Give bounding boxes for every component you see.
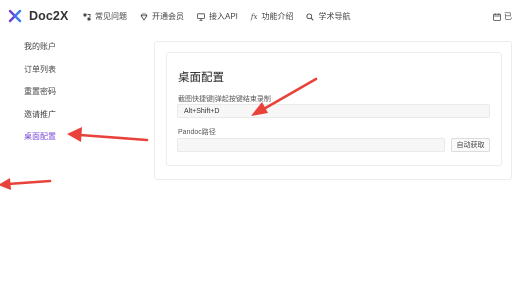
faq-icon bbox=[83, 13, 91, 20]
calendar-icon bbox=[493, 12, 501, 21]
sidebar-item-orders[interactable]: 订单列表 bbox=[24, 64, 56, 75]
shortcut-label: 截图快捷键|弹起按键结束录制 bbox=[178, 96, 271, 103]
sidebar-item-referral[interactable]: 邀请推广 bbox=[24, 109, 56, 120]
nav-label: 学术导航 bbox=[318, 12, 351, 21]
top-navigation-bar: Doc2X 常见问题 开通会员 接入API fx 功能介绍 学术导航 已 bbox=[0, 0, 512, 34]
brand-name: Doc2X bbox=[29, 9, 69, 23]
nav-item-api[interactable]: 接入API bbox=[197, 11, 238, 22]
auto-detect-button[interactable]: 自动获取 bbox=[451, 138, 490, 152]
page-title: 桌面配置 bbox=[178, 72, 224, 84]
annotation-arrow-to-desktop-config bbox=[67, 127, 149, 142]
annotation-arrow-left-edge bbox=[0, 178, 52, 190]
header-right-label: 已 bbox=[504, 12, 512, 21]
diamond-icon bbox=[140, 13, 148, 20]
sidebar-item-my-account[interactable]: 我的账户 bbox=[24, 41, 56, 52]
pandoc-path-label: Pandoc路径 bbox=[178, 129, 216, 136]
shortcut-input[interactable]: Alt+Shift+D bbox=[177, 104, 490, 118]
brand-logo[interactable]: Doc2X bbox=[8, 9, 68, 23]
pandoc-path-input[interactable] bbox=[177, 138, 445, 152]
sidebar-item-reset-password[interactable]: 重置密码 bbox=[24, 86, 56, 97]
nav-item-features[interactable]: fx 功能介绍 bbox=[251, 11, 294, 22]
nav-item-membership[interactable]: 开通会员 bbox=[140, 11, 184, 22]
header-right-action[interactable]: 已 bbox=[493, 11, 512, 22]
sidebar-item-desktop-config[interactable]: 桌面配置 bbox=[24, 131, 56, 142]
nav-item-academic[interactable]: 学术导航 bbox=[306, 11, 350, 22]
doc2x-logo-icon bbox=[8, 9, 22, 23]
search-icon bbox=[306, 12, 315, 21]
monitor-icon bbox=[197, 12, 205, 21]
nav-item-faq[interactable]: 常见问题 bbox=[83, 11, 127, 22]
nav-label: 接入API bbox=[209, 12, 238, 21]
nav-label: 功能介绍 bbox=[261, 12, 294, 21]
fx-icon: fx bbox=[250, 12, 258, 21]
nav-label: 常见问题 bbox=[95, 12, 127, 21]
main-nav: 常见问题 开通会员 接入API fx 功能介绍 学术导航 bbox=[83, 11, 363, 22]
nav-label: 开通会员 bbox=[152, 12, 184, 21]
